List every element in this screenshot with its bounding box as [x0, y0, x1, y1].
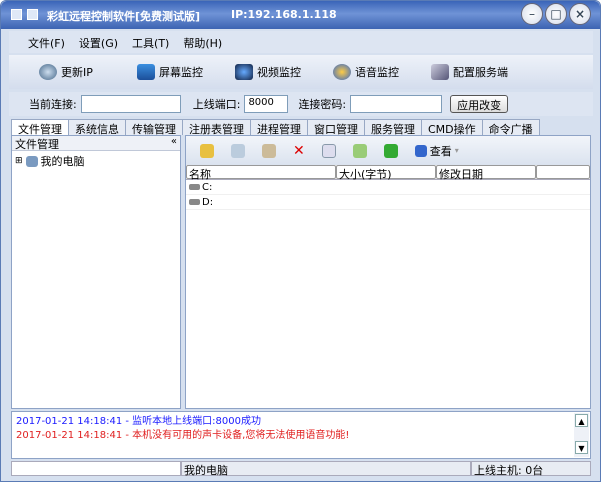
main-window: 彩虹远程控制软件[免费测试版] IP:192.168.1.118 – □ × 文…	[0, 0, 601, 482]
file-toolbar: ✕ 查看 ▾	[186, 136, 590, 165]
monitor-icon	[137, 64, 155, 80]
upload-icon[interactable]	[321, 143, 336, 158]
dropdown-arrow-icon: ▾	[454, 146, 459, 155]
ip-label: IP:192.168.1.118	[231, 8, 337, 21]
collapse-icon[interactable]: «	[171, 136, 177, 147]
tab-bar: 文件管理 系统信息 传输管理 注册表管理 进程管理 窗口管理 服务管理 CMD操…	[11, 119, 540, 136]
connection-bar: 当前连接: 上线端口: 8000 连接密码: 应用改变	[9, 92, 593, 116]
up-folder-icon[interactable]	[200, 143, 214, 158]
tab-process[interactable]: 进程管理	[250, 119, 308, 136]
window-menu-icon[interactable]	[27, 9, 38, 20]
scroll-down-icon[interactable]: ▼	[575, 441, 588, 454]
restore-icon[interactable]	[11, 9, 22, 20]
status-online-count: 上线主机: 0台	[471, 461, 591, 477]
log-scrollbar[interactable]: ▲ ▼	[574, 413, 589, 457]
scroll-up-icon[interactable]: ▲	[575, 414, 588, 427]
minimize-button[interactable]: –	[521, 3, 543, 25]
microphone-icon	[333, 64, 351, 80]
configure-server-button[interactable]: 配置服务端	[431, 64, 529, 80]
update-ip-button[interactable]: 更新IP	[39, 64, 137, 80]
download-icon[interactable]	[352, 143, 367, 158]
main-toolbar: 更新IP 屏幕监控 视频监控 语音监控 配置服务端	[9, 55, 593, 89]
status-bar: 我的电脑 上线主机: 0台	[11, 461, 591, 477]
log-line: 2017-01-21 14:18:41 - 监听本地上线端口:8000成功	[16, 416, 261, 427]
computer-icon	[25, 155, 38, 167]
label: 配置服务端	[453, 66, 508, 79]
tab-window[interactable]: 窗口管理	[307, 119, 365, 136]
password-label: 连接密码:	[298, 98, 347, 111]
file-list-header: 名称 大小(字节) 修改日期	[186, 165, 590, 181]
port-label: 上线端口:	[192, 98, 241, 111]
screen-monitor-button[interactable]: 屏幕监控	[137, 64, 235, 80]
log-area[interactable]: 2017-01-21 14:18:41 - 监听本地上线端口:8000成功 20…	[11, 411, 591, 459]
title-bar: 彩虹远程控制软件[免费测试版] IP:192.168.1.118 – □ ×	[1, 1, 600, 29]
apply-button[interactable]: 应用改变	[450, 95, 509, 113]
refresh-icon[interactable]	[383, 143, 398, 158]
tree-item-my-computer[interactable]: ⊞ 我的电脑	[12, 151, 180, 171]
status-progress	[11, 461, 181, 476]
view-button[interactable]: 查看 ▾	[414, 143, 459, 159]
column-blank	[536, 165, 590, 179]
log-line: 2017-01-21 14:18:41 - 本机没有可用的声卡设备,您将无法使用…	[16, 430, 350, 441]
current-connection-input[interactable]	[80, 95, 181, 113]
video-monitor-button[interactable]: 视频监控	[235, 64, 333, 80]
current-connection-label: 当前连接:	[29, 98, 77, 111]
tab-registry[interactable]: 注册表管理	[182, 119, 251, 136]
file-tree-panel: 文件管理 « ⊞ 我的电脑	[11, 135, 181, 409]
menu-tools[interactable]: 工具(T)	[127, 35, 174, 50]
tab-broadcast[interactable]: 命令广播	[481, 119, 540, 136]
drive-icon	[189, 199, 200, 205]
label: 更新IP	[61, 66, 93, 79]
column-name[interactable]: 名称	[186, 165, 336, 181]
tab-service[interactable]: 服务管理	[364, 119, 422, 136]
close-button[interactable]: ×	[569, 3, 591, 25]
tree-item-label: 我的电脑	[40, 155, 85, 168]
tab-system-info[interactable]: 系统信息	[68, 119, 126, 136]
view-icon	[414, 144, 427, 157]
tools-icon	[431, 64, 449, 80]
file-list-panel: ✕ 查看 ▾ 名称 大小(字节) 修改日期 C: D:	[185, 135, 591, 409]
expand-icon[interactable]: ⊞	[15, 156, 23, 166]
status-path: 我的电脑	[181, 461, 471, 477]
camera-icon	[235, 64, 253, 80]
tab-transfer[interactable]: 传输管理	[125, 119, 183, 136]
voice-monitor-button[interactable]: 语音监控	[333, 64, 431, 80]
copy-icon[interactable]	[231, 143, 245, 158]
password-input[interactable]	[350, 95, 443, 113]
file-name: C:	[202, 181, 213, 193]
file-row[interactable]: D:	[186, 195, 590, 210]
menu-bar: 文件(F) 设置(G) 工具(T) 帮助(H)	[9, 31, 593, 53]
tab-cmd[interactable]: CMD操作	[421, 119, 483, 136]
file-name: D:	[202, 196, 214, 208]
tab-file-manager[interactable]: 文件管理	[11, 119, 69, 136]
drive-icon	[189, 184, 200, 190]
label: 屏幕监控	[159, 66, 203, 79]
menu-file[interactable]: 文件(F)	[23, 35, 70, 50]
paste-icon[interactable]	[262, 143, 276, 158]
delete-icon[interactable]: ✕	[293, 143, 305, 159]
column-modified[interactable]: 修改日期	[436, 165, 536, 181]
column-size[interactable]: 大小(字节)	[336, 165, 436, 181]
file-row[interactable]: C:	[186, 180, 590, 195]
maximize-button[interactable]: □	[545, 3, 567, 25]
globe-icon	[39, 64, 57, 80]
window-title: 彩虹远程控制软件[免费测试版]	[47, 10, 201, 23]
port-input[interactable]: 8000	[244, 95, 289, 113]
view-label: 查看	[429, 144, 452, 158]
menu-help[interactable]: 帮助(H)	[178, 35, 227, 50]
label: 视频监控	[257, 66, 301, 79]
menu-settings[interactable]: 设置(G)	[74, 35, 123, 50]
label: 语音监控	[355, 66, 399, 79]
panel-title: 文件管理	[15, 138, 59, 151]
